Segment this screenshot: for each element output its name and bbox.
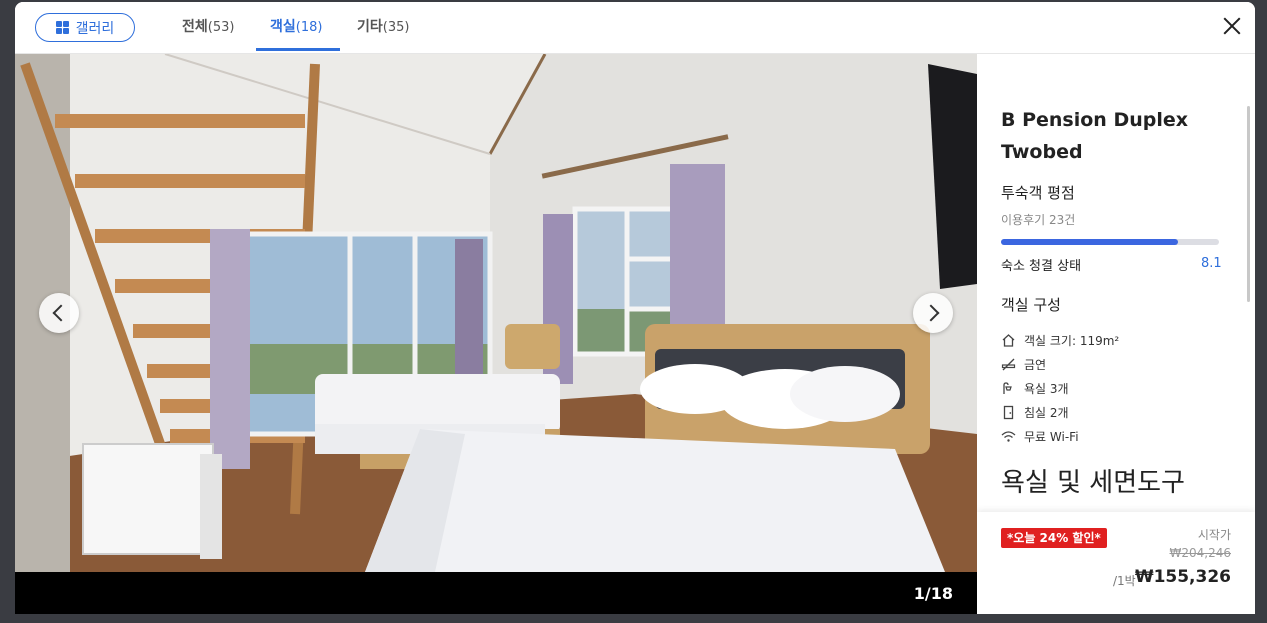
close-button[interactable] bbox=[1220, 14, 1244, 38]
next-photo-button[interactable] bbox=[913, 293, 953, 333]
final-price: ₩155,326 bbox=[1134, 567, 1231, 587]
cleanliness-bar bbox=[1001, 239, 1219, 245]
amenity-bedrooms: 침실 2개 bbox=[1001, 404, 1069, 421]
photo-footer: 1/18 bbox=[15, 572, 977, 614]
amenity-label: 금연 bbox=[1024, 358, 1047, 372]
amenity-room-size: 객실 크기: 119m² bbox=[1001, 332, 1119, 349]
room-details-panel[interactable]: B Pension Duplex Twobed 투숙객 평점 이용후기 23건 … bbox=[977, 54, 1255, 614]
tab-all-label: 전체 bbox=[182, 19, 208, 35]
wifi-icon bbox=[1001, 429, 1016, 444]
tab-rooms-count: (18) bbox=[295, 20, 323, 35]
tab-rooms[interactable]: 객실(18) bbox=[270, 16, 322, 36]
grid-icon bbox=[55, 21, 69, 34]
gallery-header: 갤러리 전체(53) 객실(18) 기타(35) bbox=[15, 2, 1255, 54]
panel-scrollbar[interactable] bbox=[1247, 106, 1250, 302]
amenity-label: 욕실 3개 bbox=[1024, 382, 1069, 396]
tab-other-count: (35) bbox=[382, 20, 410, 35]
amenity-label: 무료 Wi-Fi bbox=[1024, 430, 1079, 444]
shower-icon bbox=[1001, 381, 1016, 396]
active-tab-indicator bbox=[256, 48, 340, 51]
gallery-button[interactable]: 갤러리 bbox=[35, 13, 135, 42]
price-from-label: 시작가 bbox=[1197, 528, 1231, 542]
amenity-no-smoking: 금연 bbox=[1001, 356, 1046, 373]
review-count[interactable]: 이용후기 23건 bbox=[1001, 211, 1075, 228]
amenity-wifi: 무료 Wi-Fi bbox=[1001, 428, 1079, 445]
tab-all[interactable]: 전체(53) bbox=[182, 16, 234, 36]
original-price: ₩204,246 bbox=[1169, 546, 1232, 560]
door-icon bbox=[1001, 405, 1016, 420]
tab-other-label: 기타 bbox=[357, 19, 383, 35]
amenity-label: 객실 크기: 119m² bbox=[1024, 334, 1120, 348]
tab-rooms-label: 객실 bbox=[270, 19, 296, 35]
discount-badge: *오늘 24% 할인* bbox=[1001, 528, 1107, 548]
cleanliness-label: 숙소 청결 상태 bbox=[1001, 259, 1082, 274]
photo-gallery-modal: 갤러리 전체(53) 객실(18) 기타(35) 1/18 B Pension … bbox=[15, 2, 1255, 614]
room-photo-illustration bbox=[15, 54, 977, 572]
previous-photo-button[interactable] bbox=[39, 293, 79, 333]
amenity-bathrooms: 욕실 3개 bbox=[1001, 380, 1069, 397]
tab-other[interactable]: 기타(35) bbox=[357, 16, 409, 36]
per-night-label: /1박 bbox=[1113, 574, 1136, 588]
bathroom-amenities-title: 욕실 및 세면도구 bbox=[1001, 468, 1185, 498]
gallery-button-label: 갤러리 bbox=[75, 20, 115, 37]
cleanliness-bar-fill bbox=[1001, 239, 1178, 245]
no-smoking-icon bbox=[1001, 357, 1016, 372]
cleanliness-score: 8.1 bbox=[1201, 256, 1222, 271]
house-icon bbox=[1001, 333, 1016, 348]
room-photo bbox=[15, 54, 977, 572]
price-box: *오늘 24% 할인* 시작가 ₩204,246 /1박 ₩155,326 bbox=[977, 512, 1255, 614]
amenity-label: 침실 2개 bbox=[1024, 406, 1069, 420]
photo-counter: 1/18 bbox=[913, 584, 953, 603]
tab-all-count: (53) bbox=[207, 20, 235, 35]
room-name: B Pension Duplex Twobed bbox=[1001, 109, 1189, 163]
rating-title: 투숙객 평점 bbox=[1001, 184, 1075, 202]
room-composition-title: 객실 구성 bbox=[1001, 296, 1061, 314]
